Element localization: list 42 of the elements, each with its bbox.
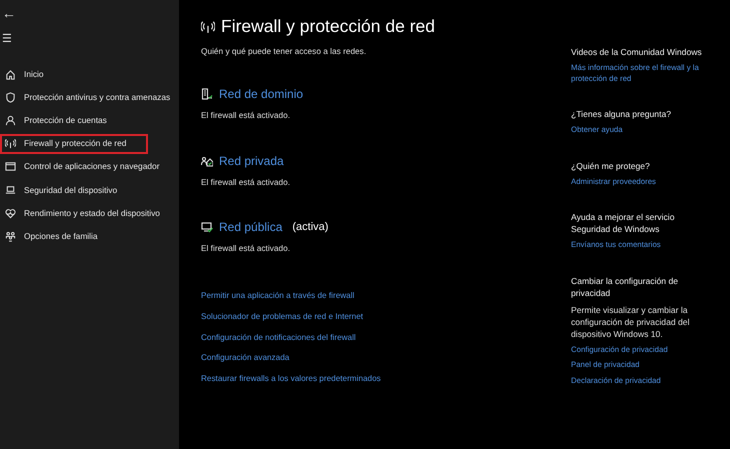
network-link[interactable]: Red pública [219,218,282,236]
sidebar-item[interactable]: Protección antivirus y contra amenazas [0,87,176,108]
settings-link[interactable]: Configuración avanzada [201,352,571,365]
description-text: Permite visualizar y cambiar la configuración de privacidad del dispositivo Windows 10. [571,304,690,340]
section-heading: ¿Quién me protege? [571,160,651,172]
network-link[interactable]: Red privada [219,152,284,170]
page-title: Firewall y protección de red [221,16,435,37]
sidebar-item[interactable]: Opciones de familia [0,226,148,246]
laptop-icon [5,184,16,196]
people-icon [5,230,16,242]
home-icon [5,68,16,80]
building-icon [201,88,213,100]
settings-link[interactable]: Restaurar firewalls a los valores predeterminados [201,373,571,386]
antenna-icon [5,138,16,150]
sidebar-item[interactable]: Protección de cuentas [0,110,148,130]
sidebar-item[interactable]: Seguridad del dispositivo [0,180,148,200]
settings-link[interactable]: Solucionador de problemas de red e Internet [201,310,571,323]
heart-icon [5,208,16,219]
network-link[interactable]: Red de dominio [219,85,304,104]
status-text: El firewall está activado. [201,176,292,188]
monitor-icon [201,221,213,234]
status-text: El firewall está activado. [201,109,292,122]
network-status-tag: (activa) [292,219,328,236]
back-button[interactable]: ← [0,4,18,22]
window-icon [5,161,16,172]
sidebar-item[interactable]: Rendimiento y estado del dispositivo [0,203,166,224]
section-heading: Videos de la Comunidad Windows [571,46,703,58]
settings-link[interactable]: Configuración de notificaciones del firewall [201,332,571,344]
section-heading: Cambiar la configuración de privacidad [571,274,680,298]
section-heading: ¿Tienes alguna pregunta? [571,108,672,120]
shield-icon [5,92,16,103]
settings-link[interactable]: Permitir una aplicación a través de firewall [201,290,571,302]
person-icon [5,114,16,126]
sidebar-item[interactable]: Inicio [0,64,148,84]
sidebar-item[interactable]: Firewall y protección de red [0,134,148,154]
section-heading: Ayuda a mejorar el servicio Seguridad de Windows [571,211,676,235]
antenna-icon [201,20,215,34]
sidebar-item[interactable]: Control de aplicaciones y navegador [0,156,166,177]
status-text: El firewall está activado. [201,242,292,255]
house-icon [201,154,213,167]
menu-button[interactable]: ☰ [0,30,14,48]
page-subtitle: Quién y qué puede tener acceso a las redes. [201,45,368,58]
